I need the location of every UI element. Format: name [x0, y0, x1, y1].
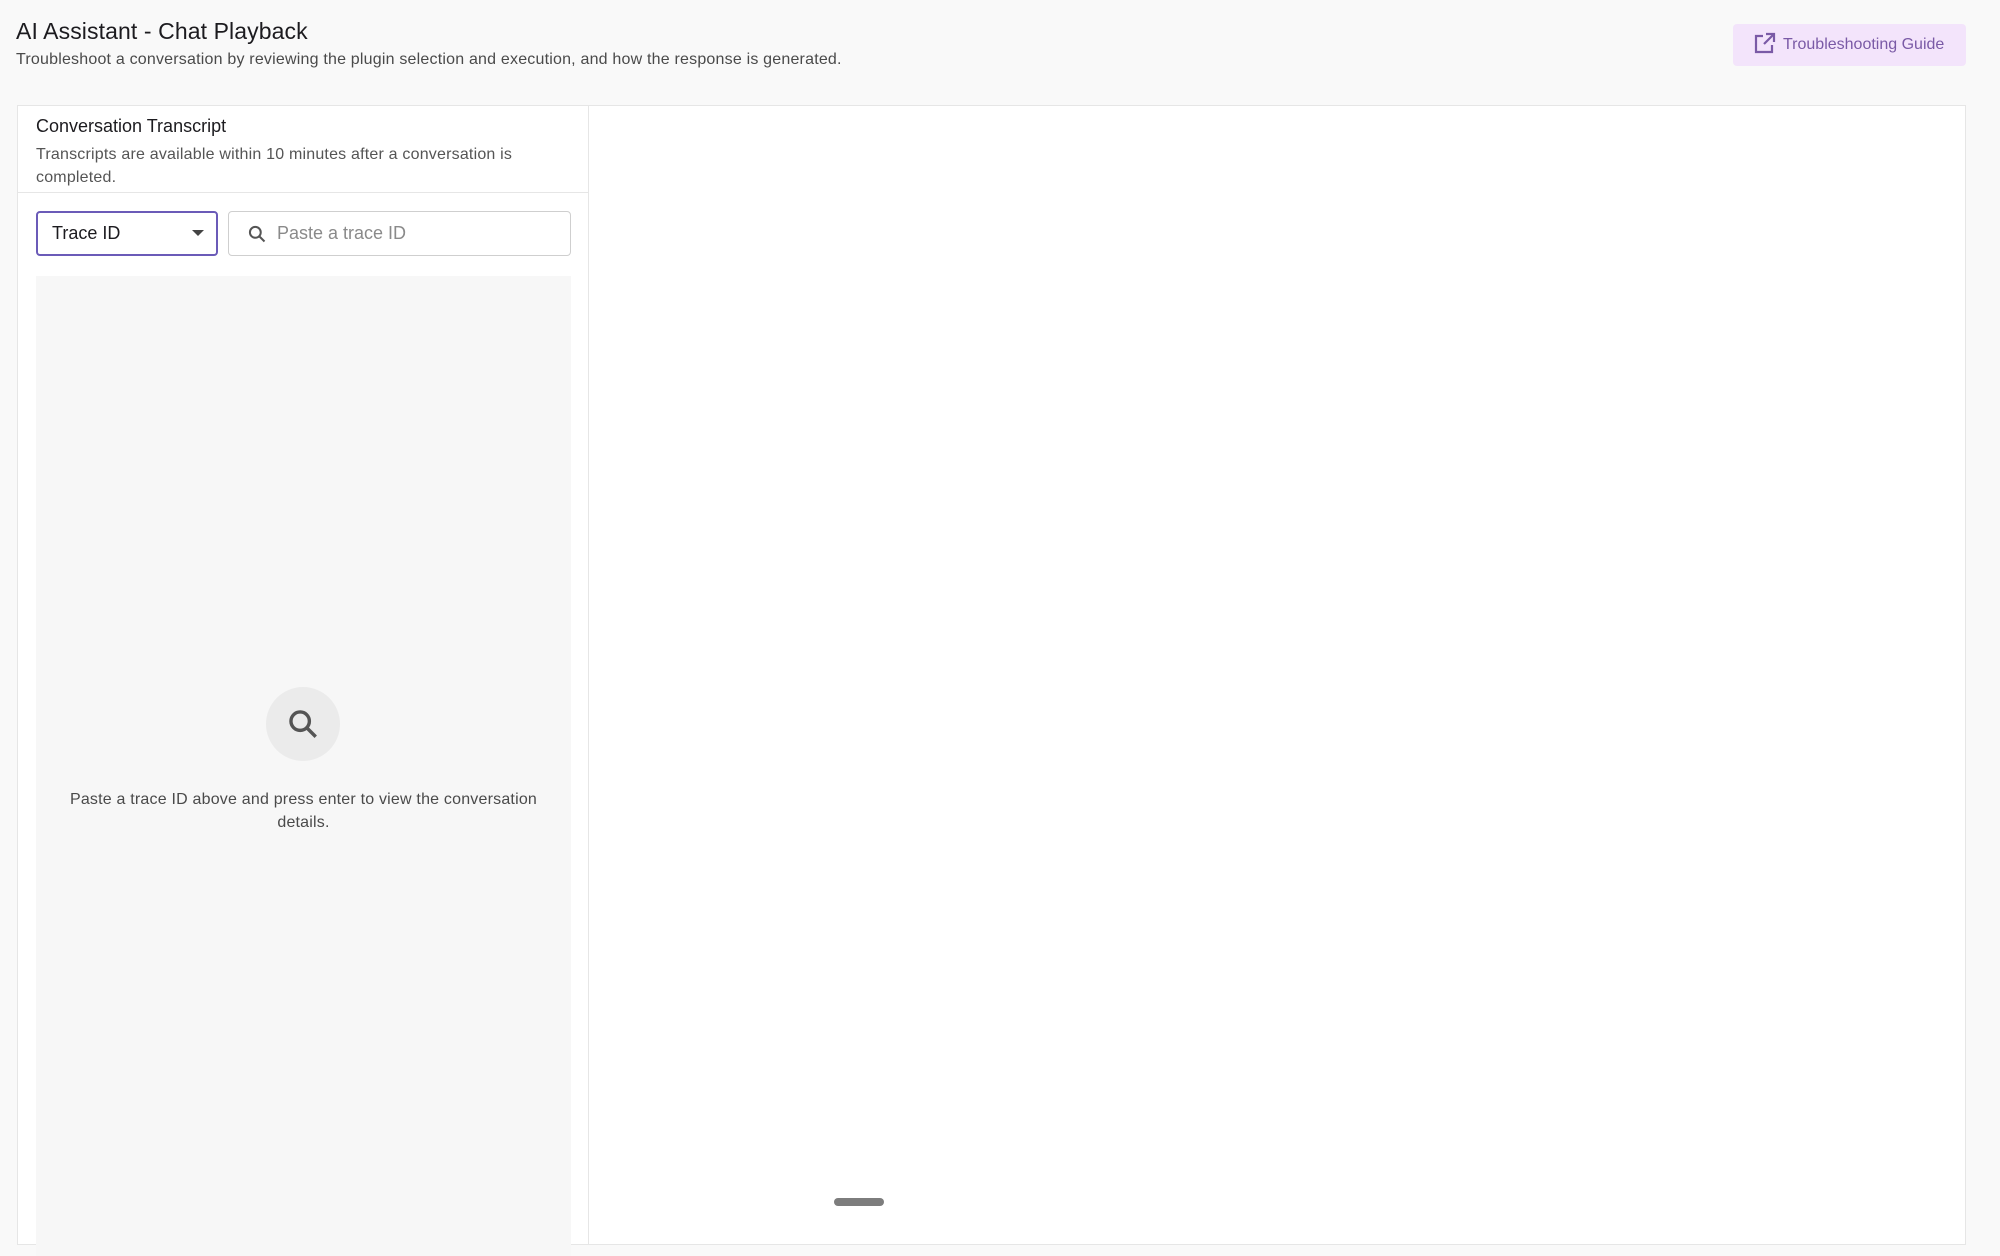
resize-handle[interactable]: [834, 1198, 884, 1206]
open-in-new-icon: [1753, 31, 1783, 60]
main-panel: Conversation Transcript Transcripts are …: [17, 105, 1966, 1256]
page-header: AI Assistant - Chat Playback Troubleshoo…: [16, 16, 1966, 76]
page-title: AI Assistant - Chat Playback: [16, 18, 308, 44]
page-subtitle: Troubleshoot a conversation by reviewing…: [16, 51, 842, 68]
troubleshooting-guide-label: Troubleshooting Guide: [1783, 36, 1945, 53]
chevron-down-icon: [192, 230, 204, 236]
trace-id-search-field[interactable]: [228, 211, 571, 256]
search-icon: [266, 687, 340, 761]
transcript-header: Conversation Transcript Transcripts are …: [18, 106, 588, 193]
playback-details-panel: [590, 106, 1965, 1244]
transcript-results-area: Paste a trace ID above and press enter t…: [36, 276, 571, 1256]
search-type-select[interactable]: Trace ID: [36, 211, 218, 256]
transcript-title: Conversation Transcript: [36, 116, 227, 136]
search-type-value: Trace ID: [52, 223, 121, 243]
transcript-description: Transcripts are available within 10 minu…: [36, 146, 513, 186]
empty-state-message: Paste a trace ID above and press enter t…: [69, 791, 538, 831]
trace-id-input[interactable]: [277, 223, 547, 244]
search-icon: [247, 224, 267, 244]
troubleshooting-guide-button[interactable]: Troubleshooting Guide: [1733, 24, 1966, 66]
transcript-panel: Conversation Transcript Transcripts are …: [18, 106, 589, 1256]
